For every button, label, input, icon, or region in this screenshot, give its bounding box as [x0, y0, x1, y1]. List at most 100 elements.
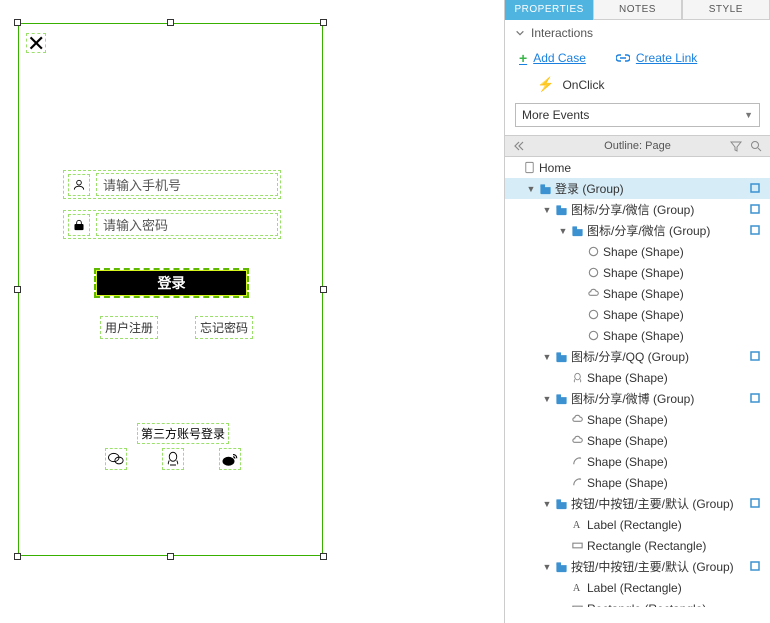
- tree-row[interactable]: ▼Shape (Shape): [505, 367, 770, 388]
- disclosure-icon[interactable]: ▼: [541, 394, 553, 404]
- tree-label: 图标/分享/微博 (Group): [569, 390, 750, 407]
- resize-handle[interactable]: [167, 19, 174, 26]
- tree-row[interactable]: ▼ 图标/分享/微博 (Group): [505, 388, 770, 409]
- tab-properties[interactable]: PROPERTIES: [505, 0, 593, 20]
- tab-style[interactable]: STYLE: [682, 0, 770, 20]
- tree-row[interactable]: ▼图标/分享/微信 (Group): [505, 199, 770, 220]
- collapse-icon[interactable]: [513, 140, 525, 152]
- tree-row[interactable]: ▼Shape (Shape): [505, 304, 770, 325]
- interactions-section[interactable]: Interactions: [505, 20, 770, 46]
- note-icon[interactable]: [750, 497, 764, 511]
- tree-label: Label (Rectangle): [585, 518, 750, 532]
- resize-handle[interactable]: [320, 19, 327, 26]
- curve-icon: [569, 476, 585, 489]
- circle-icon: [585, 308, 601, 321]
- phone-placeholder: 请输入手机号: [96, 173, 278, 196]
- disclosure-icon[interactable]: ▼: [557, 226, 569, 236]
- resize-handle[interactable]: [14, 553, 21, 560]
- cloud-icon: [569, 434, 585, 447]
- tree-row[interactable]: ▼Shape (Shape): [505, 430, 770, 451]
- outline-header: Outline: Page: [505, 135, 770, 157]
- svg-text:A: A: [572, 520, 580, 531]
- note-icon[interactable]: [750, 203, 764, 217]
- tree-row[interactable]: ▼Rectangle (Rectangle): [505, 598, 770, 607]
- tree-row[interactable]: ▼Shape (Shape): [505, 472, 770, 493]
- tree-row[interactable]: ▼Shape (Shape): [505, 325, 770, 346]
- disclosure-icon[interactable]: ▼: [525, 184, 537, 194]
- phone-field-group[interactable]: 请输入手机号: [63, 170, 281, 199]
- resize-handle[interactable]: [167, 553, 174, 560]
- tree-label: Shape (Shape): [601, 329, 750, 343]
- inspector-panel: PROPERTIES NOTES STYLE Interactions + Ad…: [504, 0, 770, 623]
- wechat-icon[interactable]: [105, 448, 127, 470]
- tree-label: 图标/分享/QQ (Group): [569, 348, 750, 365]
- tree-row[interactable]: ▼Rectangle (Rectangle): [505, 535, 770, 556]
- curve-icon: [569, 455, 585, 468]
- outline-title: Outline: Page: [604, 140, 671, 152]
- resize-handle[interactable]: [14, 286, 21, 293]
- register-link[interactable]: 用户注册: [100, 316, 158, 339]
- login-button-wrap: 登录: [94, 268, 249, 298]
- tree-row[interactable]: ▼Shape (Shape): [505, 409, 770, 430]
- tree-row[interactable]: ▼ 登录 (Group): [505, 178, 770, 199]
- forgot-password-link[interactable]: 忘记密码: [195, 316, 253, 339]
- folder-icon: [537, 182, 553, 195]
- note-icon[interactable]: [750, 392, 764, 406]
- outline-tree: ▼Home▼登录 (Group)▼图标/分享/微信 (Group)▼图标/分享/…: [505, 157, 770, 607]
- folder-icon: [553, 497, 569, 510]
- note-icon[interactable]: [750, 560, 764, 574]
- tree-row[interactable]: ▼ALabel (Rectangle): [505, 577, 770, 598]
- lock-icon: [68, 214, 90, 236]
- circle-icon: [585, 245, 601, 258]
- folder-icon: [553, 350, 569, 363]
- note-icon[interactable]: [750, 182, 764, 196]
- resize-handle[interactable]: [14, 19, 21, 26]
- tree-row[interactable]: ▼ALabel (Rectangle): [505, 514, 770, 535]
- tree-label: Rectangle (Rectangle): [585, 602, 750, 608]
- note-icon[interactable]: [750, 350, 764, 364]
- third-party-label: 第三方账号登录: [137, 423, 229, 444]
- note-icon[interactable]: [750, 224, 764, 238]
- disclosure-icon[interactable]: ▼: [541, 499, 553, 509]
- folder-icon: [553, 392, 569, 405]
- tree-row[interactable]: ▼按钮/中按钮/主要/默认 (Group): [505, 493, 770, 514]
- tree-row[interactable]: ▼Shape (Shape): [505, 241, 770, 262]
- tree-label: Shape (Shape): [585, 434, 750, 448]
- disclosure-icon[interactable]: ▼: [541, 352, 553, 362]
- create-link-link[interactable]: Create Link: [616, 51, 697, 65]
- tree-row[interactable]: ▼ 图标/分享/QQ (Group): [505, 346, 770, 367]
- tree-label: 图标/分享/微信 (Group): [585, 222, 750, 239]
- filter-icon[interactable]: [730, 140, 742, 152]
- resize-handle[interactable]: [320, 553, 327, 560]
- artboard-login[interactable]: ✕ 请输入手机号 请输入密码 登录 用户注册 忘记密码 第三方账号登录: [18, 23, 323, 556]
- bolt-icon: ⚡: [537, 76, 554, 93]
- folder-icon: [569, 224, 585, 237]
- password-field-group[interactable]: 请输入密码: [63, 210, 281, 239]
- weibo-icon[interactable]: [219, 448, 241, 470]
- more-events-dropdown[interactable]: More Events ▼: [515, 103, 760, 127]
- tree-label: Home: [537, 161, 750, 175]
- page-icon: [521, 161, 537, 174]
- disclosure-icon[interactable]: ▼: [541, 205, 553, 215]
- tree-row[interactable]: ▼Home: [505, 157, 770, 178]
- resize-handle[interactable]: [320, 286, 327, 293]
- link-icon: [616, 53, 630, 63]
- search-icon[interactable]: [750, 140, 762, 152]
- tree-row[interactable]: ▼Shape (Shape): [505, 262, 770, 283]
- circle-icon: [585, 266, 601, 279]
- qq-icon[interactable]: [162, 448, 184, 470]
- tab-notes[interactable]: NOTES: [593, 0, 681, 20]
- tree-row[interactable]: ▼ 图标/分享/微信 (Group): [505, 220, 770, 241]
- tree-row[interactable]: ▼Shape (Shape): [505, 283, 770, 304]
- login-button[interactable]: 登录: [96, 270, 247, 296]
- disclosure-icon[interactable]: ▼: [541, 562, 553, 572]
- add-case-link[interactable]: + Add Case: [519, 50, 586, 66]
- tree-row[interactable]: ▼Shape (Shape): [505, 451, 770, 472]
- rect-icon: [569, 539, 585, 552]
- tree-row[interactable]: ▼按钮/中按钮/主要/默认 (Group): [505, 556, 770, 577]
- tree-label: 登录 (Group): [553, 180, 750, 197]
- close-icon[interactable]: ✕: [26, 33, 46, 53]
- svg-text:A: A: [572, 583, 580, 594]
- inspector-tabs: PROPERTIES NOTES STYLE: [505, 0, 770, 20]
- onclick-event[interactable]: ⚡ OnClick: [505, 70, 770, 99]
